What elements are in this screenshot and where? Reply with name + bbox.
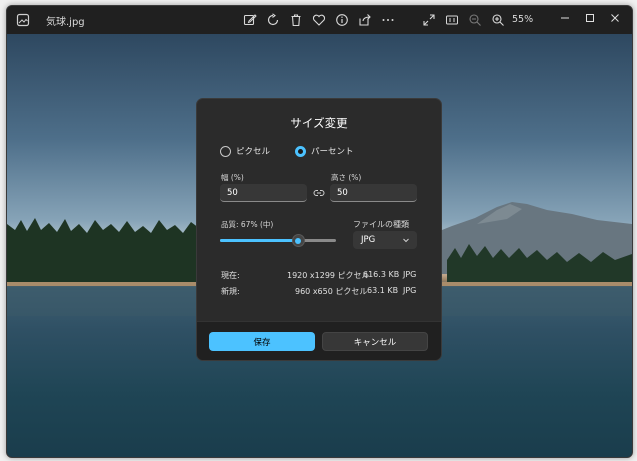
- quality-slider-thumb[interactable]: [291, 234, 305, 247]
- quality-slider-fill: [220, 239, 298, 242]
- current-label: 現在:: [221, 271, 240, 280]
- file-name: 気球.jpg: [46, 17, 85, 28]
- width-label: 幅 (%): [221, 173, 244, 182]
- filetype-select[interactable]: JPG: [353, 231, 417, 249]
- title-bar: 気球.jpg 55%: [7, 6, 632, 34]
- filetype-label: ファイルの種類: [353, 220, 409, 229]
- zoom-level[interactable]: 55%: [512, 14, 533, 25]
- edit-icon[interactable]: [243, 13, 257, 27]
- share-icon[interactable]: [358, 13, 372, 27]
- filetype-value: JPG: [361, 235, 376, 245]
- maximize-icon[interactable]: [580, 10, 600, 26]
- delete-icon[interactable]: [289, 13, 303, 27]
- quality-slider[interactable]: [220, 234, 336, 247]
- width-input[interactable]: 50: [220, 184, 307, 202]
- actual-size-icon[interactable]: [445, 13, 459, 27]
- save-button[interactable]: 保存: [209, 332, 315, 351]
- new-dimensions: 960 x650 ピクセル: [295, 287, 368, 296]
- aspect-lock-link-icon[interactable]: [313, 188, 325, 198]
- chevron-down-icon: [403, 238, 409, 243]
- current-dimensions: 1920 x1299 ピクセル: [287, 271, 370, 280]
- favorite-icon[interactable]: [312, 13, 326, 27]
- dialog-title: サイズ変更: [290, 116, 348, 130]
- radio-percent-label: パーセント: [311, 147, 354, 157]
- new-size: 63.1 KB: [367, 286, 399, 295]
- info-icon[interactable]: [335, 13, 349, 27]
- fullscreen-icon[interactable]: [422, 13, 436, 27]
- radio-circle-checked[interactable]: [295, 145, 306, 157]
- minimize-icon[interactable]: [555, 10, 575, 26]
- rotate-icon[interactable]: [266, 13, 280, 27]
- current-size: 616.3 KB: [363, 270, 400, 279]
- dialog-footer: 保存 キャンセル: [197, 321, 441, 360]
- more-icon[interactable]: [381, 13, 395, 27]
- current-format: JPG: [403, 270, 417, 279]
- zoom-in-icon[interactable]: [491, 13, 505, 27]
- radio-pixels-label: ピクセル: [236, 147, 271, 157]
- new-format: JPG: [403, 286, 417, 295]
- height-input[interactable]: 50: [330, 184, 417, 202]
- app-icon: [16, 13, 30, 27]
- radio-circle-unchecked[interactable]: [220, 145, 231, 157]
- radio-pixels[interactable]: ピクセル: [220, 145, 270, 157]
- radio-percent[interactable]: パーセント: [295, 145, 354, 157]
- new-label: 新規:: [221, 287, 240, 296]
- close-icon[interactable]: [605, 10, 625, 26]
- resize-dialog: サイズ変更 ピクセル パーセント 幅 (%) 高さ (%) 50 50 品質: …: [196, 98, 442, 361]
- zoom-out-icon[interactable]: [468, 13, 482, 27]
- height-label: 高さ (%): [331, 173, 362, 182]
- quality-label: 品質: 67% (中): [221, 220, 274, 229]
- cancel-button[interactable]: キャンセル: [322, 332, 428, 351]
